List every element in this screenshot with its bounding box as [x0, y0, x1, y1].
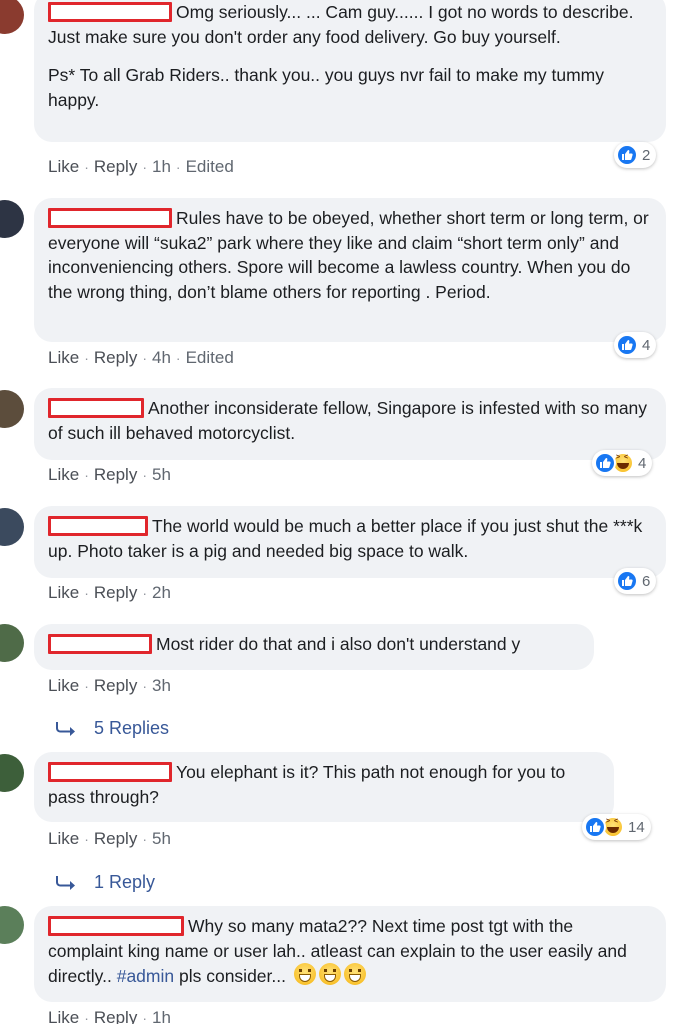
- like-link[interactable]: Like: [48, 1008, 79, 1024]
- replies-count-label: 1 Reply: [94, 872, 156, 892]
- timestamp[interactable]: 4h: [152, 348, 171, 367]
- reply-link[interactable]: Reply: [94, 1008, 137, 1024]
- comment-text: Sam Lim LeeAnother inconsiderate fellow,…: [48, 396, 648, 443]
- comment-bubble: Jason Koh WeiYou elephant is it? This pa…: [34, 752, 614, 822]
- reaction-count: 14: [628, 818, 645, 836]
- reply-link[interactable]: Reply: [94, 676, 137, 695]
- reply-arrow-icon: [56, 721, 75, 736]
- reaction-count: 2: [642, 146, 651, 164]
- comment-text: Kenny Tan ErRules have to be obeyed, whe…: [48, 206, 649, 302]
- comment-bubble: Ahmad Bin IsmailWhy so many mata2?? Next…: [34, 906, 666, 1002]
- comment-bubble: Sam Lim LeeAnother inconsiderate fellow,…: [34, 388, 666, 460]
- comment-actions: Like · Reply · 3h: [48, 676, 171, 695]
- replies-count-label: 5 Replies: [94, 718, 170, 738]
- comments-thread: Diana TrishaOmg seriously... ... Cam guy…: [0, 0, 675, 1024]
- like-link[interactable]: Like: [48, 829, 79, 848]
- like-link[interactable]: Like: [48, 465, 79, 484]
- comment-text: Jason Koh WeiYou elephant is it? This pa…: [48, 760, 566, 807]
- reply-link[interactable]: Reply: [94, 465, 137, 484]
- comment-text: Ps* To all Grab Riders.. thank you.. you…: [48, 65, 605, 110]
- like-link[interactable]: Like: [48, 348, 79, 367]
- reply-arrow-icon: [56, 875, 75, 890]
- reaction-count: 6: [642, 572, 651, 590]
- like-link[interactable]: Like: [48, 583, 79, 602]
- redacted-author-name[interactable]: Sam Lim Lee: [48, 396, 144, 420]
- grinning-face-icon: [318, 963, 341, 985]
- comment-bubble: Diana TrishaOmg seriously... ... Cam guy…: [34, 0, 666, 142]
- comment-bubble: Anthony YuThe world would be much a bett…: [34, 506, 666, 578]
- avatar[interactable]: [0, 754, 24, 792]
- reply-link[interactable]: Reply: [94, 583, 137, 602]
- avatar[interactable]: [0, 0, 24, 34]
- like-icon: [616, 144, 638, 166]
- comment-actions: Like · Reply · 2h: [48, 583, 171, 602]
- like-link[interactable]: Like: [48, 157, 79, 176]
- reaction-summary[interactable]: 14: [582, 814, 651, 840]
- comment-text: Ahmad Bin IsmailWhy so many mata2?? Next…: [48, 914, 627, 986]
- edited-label: Edited: [185, 157, 234, 176]
- reaction-summary[interactable]: 6: [614, 568, 657, 594]
- reaction-summary[interactable]: 4: [592, 450, 653, 476]
- timestamp[interactable]: 3h: [152, 676, 171, 695]
- comment-text: Marcus HoMost rider do that and i also d…: [48, 632, 580, 657]
- view-replies-link[interactable]: 5 Replies: [56, 718, 169, 739]
- avatar[interactable]: [0, 390, 24, 428]
- comment-actions: Like · Reply · 5h: [48, 829, 171, 848]
- like-icon: [616, 334, 638, 356]
- redacted-author-name[interactable]: Anthony Yu: [48, 514, 148, 538]
- comment-bubble: Kenny Tan ErRules have to be obeyed, whe…: [34, 198, 666, 342]
- comment-actions: Like · Reply · 5h: [48, 465, 171, 484]
- reply-link[interactable]: Reply: [94, 829, 137, 848]
- avatar[interactable]: [0, 200, 24, 238]
- like-icon: [616, 570, 638, 592]
- like-link[interactable]: Like: [48, 676, 79, 695]
- timestamp[interactable]: 1h: [152, 157, 171, 176]
- comment-actions: Like · Reply · 4h · Edited: [48, 348, 234, 367]
- redacted-author-name[interactable]: Jason Koh Wei: [48, 760, 172, 784]
- comment-text: Diana TrishaOmg seriously... ... Cam guy…: [48, 0, 634, 47]
- timestamp[interactable]: 5h: [152, 465, 171, 484]
- grinning-face-icon: [343, 963, 366, 985]
- reaction-count: 4: [638, 454, 647, 472]
- hashtag-link[interactable]: #admin: [117, 966, 174, 986]
- edited-label: Edited: [185, 348, 234, 367]
- comment-actions: Like · Reply · 1h: [48, 1008, 171, 1024]
- redacted-author-name[interactable]: Marcus Ho: [48, 632, 152, 656]
- grinning-face-icon: [293, 963, 316, 985]
- like-icon: [594, 452, 616, 474]
- reply-link[interactable]: Reply: [94, 348, 137, 367]
- reply-link[interactable]: Reply: [94, 157, 137, 176]
- like-icon: [584, 816, 606, 838]
- comment-actions: Like · Reply · 1h · Edited: [48, 157, 234, 176]
- avatar[interactable]: [0, 906, 24, 944]
- redacted-author-name[interactable]: Diana Trisha: [48, 0, 172, 24]
- redacted-author-name[interactable]: Ahmad Bin Ismail: [48, 914, 184, 938]
- timestamp[interactable]: 5h: [152, 829, 171, 848]
- comment-bubble: Marcus HoMost rider do that and i also d…: [34, 624, 594, 670]
- avatar[interactable]: [0, 508, 24, 546]
- timestamp[interactable]: 2h: [152, 583, 171, 602]
- view-replies-link[interactable]: 1 Reply: [56, 872, 155, 893]
- timestamp[interactable]: 1h: [152, 1008, 171, 1024]
- reaction-summary[interactable]: 2: [614, 142, 657, 168]
- comment-text: Anthony YuThe world would be much a bett…: [48, 514, 643, 561]
- avatar[interactable]: [0, 624, 24, 662]
- redacted-author-name[interactable]: Kenny Tan Er: [48, 206, 172, 230]
- reaction-count: 4: [642, 336, 651, 354]
- reaction-summary[interactable]: 4: [614, 332, 657, 358]
